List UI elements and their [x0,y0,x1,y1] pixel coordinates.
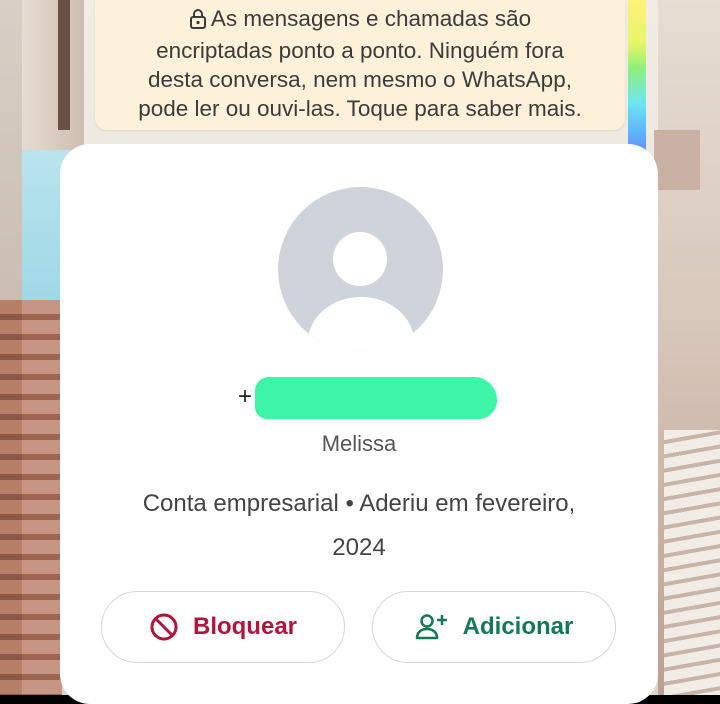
business-info-line-2: 2024 [332,534,386,561]
avatar[interactable] [278,187,443,352]
phone-number: + [238,377,498,419]
block-button[interactable]: Bloquear [101,591,345,663]
phone-prefix: + [238,383,253,410]
business-account-info: Conta empresarial • Aderiu em fevereiro,… [100,482,618,570]
wallpaper-box [654,130,700,190]
add-contact-icon [415,612,449,642]
encryption-notice[interactable]: As mensagens e chamadas são encriptadas … [95,0,625,130]
block-icon [149,612,179,642]
phone-redaction-mark [255,377,497,419]
business-info-line-1: Conta empresarial • Aderiu em fevereiro, [142,490,576,517]
encryption-notice-line-3: desta conversa, nem mesmo o WhatsApp, [148,67,572,92]
wallpaper-stairs [0,300,62,695]
wallpaper-shutter [664,430,720,695]
encryption-notice-line-2: encriptadas ponto a ponto. Ninguém fora [156,38,564,63]
encryption-notice-line-4: pode ler ou ouvi-las. Toque para saber m… [138,96,582,121]
contact-info-card: + Melissa Conta empresarial • Aderiu em … [60,144,658,704]
lock-icon [189,7,207,36]
add-contact-button[interactable]: Adicionar [372,591,616,663]
avatar-body [308,297,414,352]
contact-name: Melissa [321,431,397,456]
encryption-notice-line-1: As mensagens e chamadas são [95,4,625,36]
block-button-label: Bloquear [192,613,297,640]
wallpaper-window [22,0,84,150]
avatar-head [333,232,387,286]
add-contact-button-label: Adicionar [462,613,574,640]
